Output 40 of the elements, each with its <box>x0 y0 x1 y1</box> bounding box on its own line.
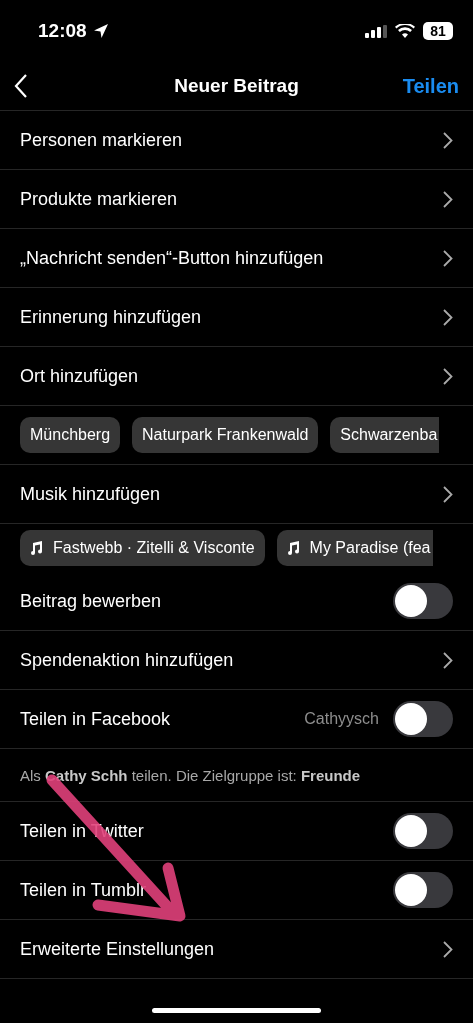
setting-label: Teilen in Tumblr <box>20 879 147 901</box>
toggle-switch[interactable] <box>393 813 453 849</box>
chevron-icon <box>443 651 453 669</box>
chevron-icon <box>443 190 453 208</box>
menu-item[interactable]: Erweiterte Einstellungen <box>20 938 215 960</box>
chevron-icon <box>443 308 453 326</box>
menu-item[interactable]: Produkte markieren <box>20 188 178 210</box>
setting-label: Beitrag bewerben <box>20 590 162 612</box>
chevron-icon <box>443 249 453 267</box>
chevron-icon <box>443 940 453 958</box>
music-note-icon <box>30 541 43 555</box>
menu-item[interactable]: Personen markieren <box>20 129 183 151</box>
location-chip[interactable]: Münchberg <box>20 417 121 453</box>
location-chip[interactable]: Schwarzenba <box>330 417 440 453</box>
toggle-switch[interactable] <box>393 872 453 908</box>
menu-item[interactable]: „Nachricht senden“-Button hinzufügen <box>20 247 324 269</box>
menu-item[interactable]: Musik hinzufügen <box>20 483 161 505</box>
battery-level: 81 <box>423 22 453 40</box>
setting-label: Teilen in Facebook <box>20 708 171 730</box>
music-chip[interactable]: My Paradise (fea <box>276 530 433 566</box>
signal-icon <box>365 24 387 38</box>
menu-item[interactable]: Ort hinzufügen <box>20 365 139 387</box>
share-button[interactable]: Teilen <box>402 74 459 98</box>
music-note-icon <box>286 541 300 555</box>
clock: 12:08 <box>38 20 87 42</box>
audience-caption: Als Cathy Schh teilen. Die Zielgruppe ist: Freunde <box>20 766 361 784</box>
page-title: Neuer Beitrag <box>174 75 299 96</box>
wifi-icon <box>395 24 415 38</box>
account-name: Cathyysch <box>304 710 379 728</box>
menu-item[interactable]: Erinnerung hinzufügen <box>20 306 202 328</box>
location-icon <box>92 23 109 39</box>
chevron-icon <box>443 485 453 503</box>
music-chip[interactable]: Fastwebb · Zitelli & Visconte <box>20 530 265 566</box>
location-chip[interactable]: Naturpark Frankenwald <box>132 417 319 453</box>
back-button[interactable] <box>14 74 28 98</box>
chevron-icon <box>443 131 453 149</box>
toggle-switch[interactable] <box>393 583 453 619</box>
menu-item[interactable]: Spendenaktion hinzufügen <box>20 649 234 671</box>
chevron-icon <box>443 367 453 385</box>
toggle-switch[interactable] <box>393 701 453 737</box>
